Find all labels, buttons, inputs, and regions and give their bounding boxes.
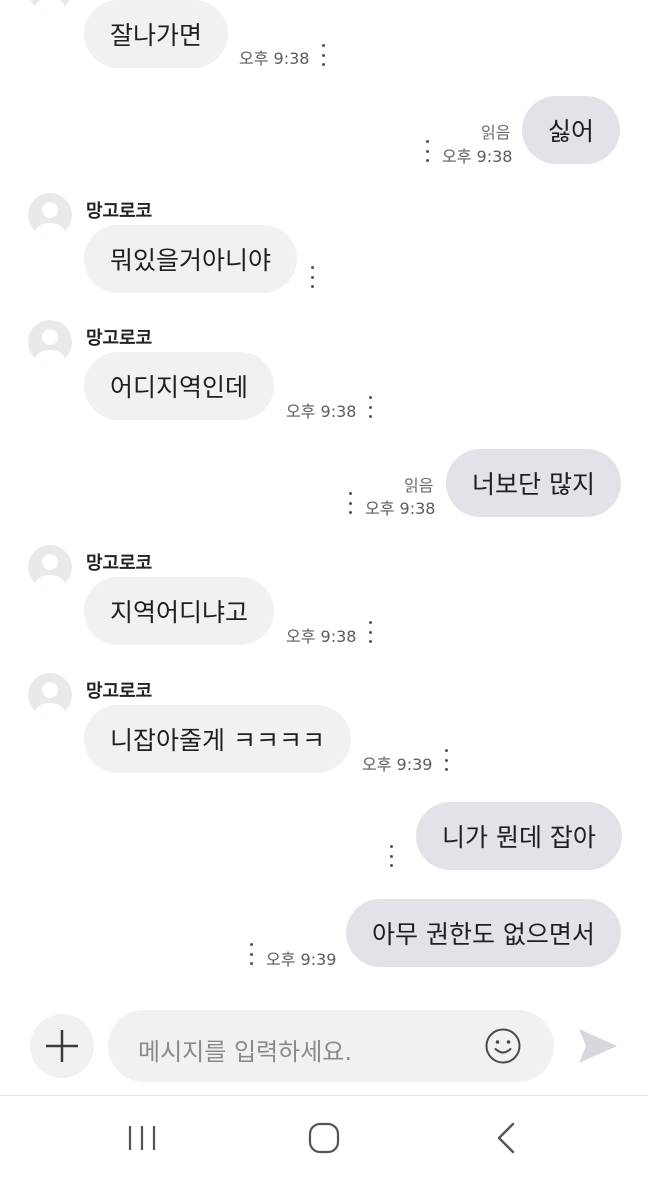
message-time: 오후 9:38 <box>442 147 513 166</box>
message-bubble[interactable]: 지역어디냐고 <box>84 577 275 645</box>
message-input-placeholder: 메시지를 입력하세요. <box>138 1038 352 1066</box>
sender-name: 망고로코 <box>86 201 153 222</box>
plus-icon <box>46 1030 78 1062</box>
read-receipt: 읽음 <box>404 476 434 495</box>
message-time: 오후 9:39 <box>362 755 433 774</box>
sender-name: 망고로코 <box>86 681 153 702</box>
message-more-icon[interactable] <box>368 621 372 643</box>
message-more-icon[interactable] <box>321 44 325 66</box>
system-navigation-bar <box>0 1096 648 1182</box>
send-arrow-icon[interactable] <box>576 1026 620 1066</box>
message-more-icon[interactable] <box>389 845 393 867</box>
message-more-icon[interactable] <box>310 266 314 288</box>
home-icon[interactable] <box>302 1118 346 1158</box>
message-time: 오후 9:39 <box>266 950 337 969</box>
message-bubble[interactable]: 아무 권한도 없으면서 <box>346 899 621 967</box>
message-bubble[interactable]: 싫어 <box>522 96 621 164</box>
message-time: 오후 9:38 <box>239 49 310 68</box>
message-time: 오후 9:38 <box>365 499 436 518</box>
message-more-icon[interactable] <box>249 943 253 965</box>
smiley-icon[interactable] <box>484 1027 522 1065</box>
avatar[interactable] <box>28 0 72 12</box>
avatar[interactable] <box>28 193 72 237</box>
avatar[interactable] <box>28 673 72 717</box>
message-bubble[interactable]: 니가 뭔데 잡아 <box>416 802 622 870</box>
sender-name: 망고로코 <box>86 328 153 349</box>
recent-apps-icon[interactable] <box>120 1118 164 1158</box>
avatar[interactable] <box>28 545 72 589</box>
message-time: 오후 9:38 <box>286 627 357 646</box>
sender-name: 망고로코 <box>86 553 153 574</box>
message-time: 오후 9:38 <box>286 402 357 421</box>
message-bubble[interactable]: 어디지역인데 <box>84 352 275 420</box>
message-more-icon[interactable] <box>425 140 429 162</box>
message-more-icon[interactable] <box>368 396 372 418</box>
message-bubble[interactable]: 뭐있을거아니야 <box>84 225 298 293</box>
message-bubble[interactable]: 잘나가면 <box>84 0 229 68</box>
message-bubble[interactable]: 니잡아줄게 ㅋㅋㅋㅋ <box>84 705 351 773</box>
back-icon[interactable] <box>484 1118 528 1158</box>
message-bubble[interactable]: 너보단 많지 <box>446 449 621 517</box>
attach-button[interactable] <box>30 1014 94 1078</box>
read-receipt: 읽음 <box>481 123 511 142</box>
message-more-icon[interactable] <box>348 492 352 514</box>
avatar[interactable] <box>28 320 72 364</box>
message-input[interactable]: 메시지를 입력하세요. <box>108 1010 554 1082</box>
message-more-icon[interactable] <box>444 749 448 771</box>
